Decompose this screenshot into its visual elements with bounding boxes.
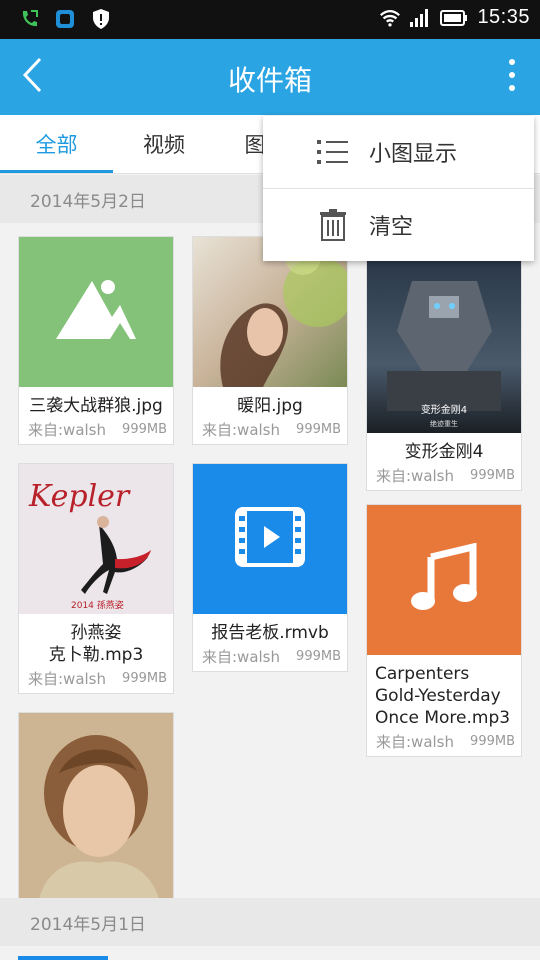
file-source: 来自:walsh xyxy=(202,421,281,439)
file-name: 孙燕姿 克卜勒.mp3 xyxy=(48,623,144,665)
list-icon xyxy=(315,134,351,170)
file-card[interactable]: Carpenters Gold-Yesterday Once More.mp3 … xyxy=(366,504,522,757)
menu-item-label: 清空 xyxy=(369,215,414,240)
file-card[interactable]: 暖阳.jpg 来自:walsh 999MB xyxy=(192,236,348,445)
next-file-thumbnail-edge xyxy=(18,956,108,960)
signal-icon xyxy=(409,7,431,29)
overflow-popup-menu: 小图显示 清空 xyxy=(263,116,534,261)
file-thumbnail xyxy=(19,237,173,387)
file-source: 来自:walsh xyxy=(28,421,107,439)
shield-icon xyxy=(90,8,112,30)
file-name: Carpenters Gold-Yesterday Once More.mp3 xyxy=(375,664,511,728)
file-card[interactable]: 三袭大战群狼.jpg 来自:walsh 999MB xyxy=(18,236,174,445)
trash-icon xyxy=(315,207,351,243)
file-source: 来自:walsh xyxy=(376,467,455,485)
page-title: 收件箱 xyxy=(227,64,312,97)
battery-icon xyxy=(439,7,469,29)
image-icon xyxy=(54,277,138,347)
file-source: 来自:walsh xyxy=(28,670,107,688)
menu-item-label: 小图显示 xyxy=(369,142,458,167)
wifi-icon xyxy=(379,7,401,29)
file-thumbnail xyxy=(367,505,521,655)
file-card[interactable] xyxy=(18,712,174,899)
svg-text:2014 孫燕姿: 2014 孫燕姿 xyxy=(71,599,124,611)
more-vertical-icon xyxy=(508,58,516,96)
file-thumbnail: 变形金刚4 绝迹重生 xyxy=(367,261,521,433)
clock: 15:35 xyxy=(477,6,530,28)
app-bar: 收件箱 xyxy=(0,39,540,115)
music-note-icon xyxy=(409,542,479,617)
file-size: 999MB xyxy=(296,649,341,664)
file-name: 变形金刚4 xyxy=(404,442,484,462)
file-card[interactable]: 变形金刚4 绝迹重生 变形金刚4 来自:walsh 999MB xyxy=(366,260,522,491)
file-size: 999MB xyxy=(470,468,515,483)
tab-video[interactable]: 视频 xyxy=(113,115,215,173)
status-bar: 15:35 xyxy=(0,0,540,39)
file-thumbnail: Kepler 2014 孫燕姿 xyxy=(19,464,173,614)
file-size: 999MB xyxy=(470,734,515,749)
file-name: 暖阳.jpg xyxy=(237,396,303,416)
file-name: 三袭大战群狼.jpg xyxy=(29,396,163,416)
section-date: 2014年5月1日 xyxy=(30,914,146,935)
file-thumbnail xyxy=(19,713,173,899)
file-size: 999MB xyxy=(122,422,167,437)
svg-text:绝迹重生: 绝迹重生 xyxy=(430,419,458,428)
file-name: 报告老板.rmvb xyxy=(211,623,329,643)
tab-indicator xyxy=(0,170,113,173)
section-header: 2014年5月1日 xyxy=(0,898,540,946)
file-card[interactable]: Kepler 2014 孫燕姿 孙燕姿 克卜勒.mp3 来自:walsh 999… xyxy=(18,463,174,694)
phone-icon xyxy=(18,8,40,30)
video-icon xyxy=(235,507,305,571)
section-date: 2014年5月2日 xyxy=(30,191,146,212)
svg-text:变形金刚4: 变形金刚4 xyxy=(421,403,467,416)
file-source: 来自:walsh xyxy=(376,733,455,751)
file-source: 来自:walsh xyxy=(202,648,281,666)
tab-all[interactable]: 全部 xyxy=(0,115,113,173)
menu-item-clear[interactable]: 清空 xyxy=(263,189,534,261)
file-thumbnail xyxy=(193,464,347,614)
file-size: 999MB xyxy=(122,671,167,686)
file-card[interactable]: 报告老板.rmvb 来自:walsh 999MB xyxy=(192,463,348,672)
menu-item-small-view[interactable]: 小图显示 xyxy=(263,116,534,188)
overflow-menu-button[interactable] xyxy=(492,55,532,99)
svg-text:Kepler: Kepler xyxy=(28,479,131,514)
file-size: 999MB xyxy=(296,422,341,437)
app-icon xyxy=(54,8,76,30)
